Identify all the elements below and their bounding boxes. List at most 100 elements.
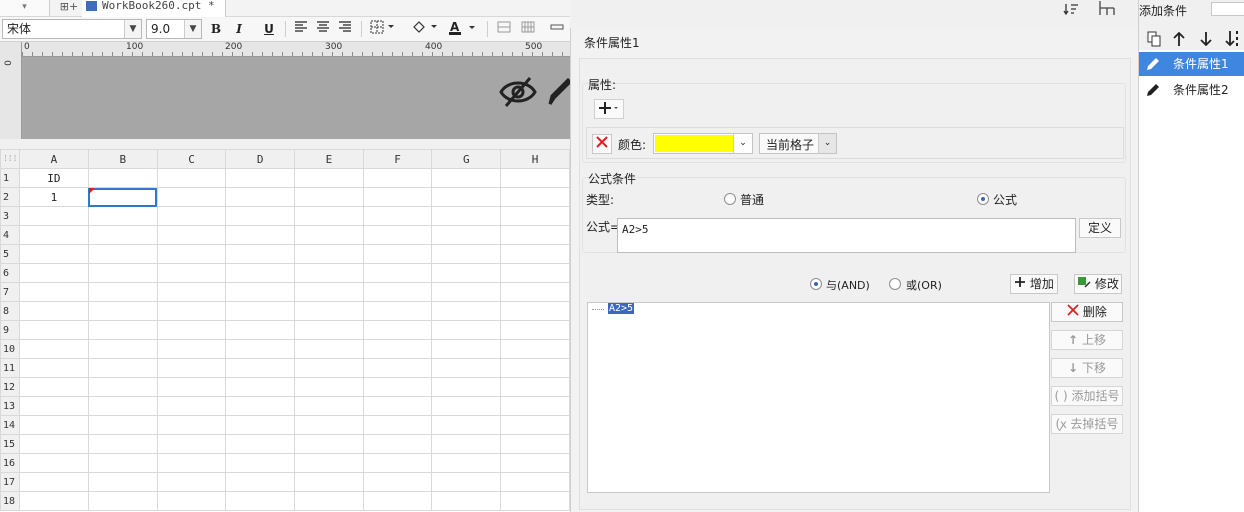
cell[interactable] [294, 282, 364, 302]
modify-condition-button[interactable]: 修改 [1074, 274, 1122, 294]
cell[interactable] [431, 396, 502, 416]
cell[interactable] [294, 434, 364, 454]
row-header[interactable]: 9 [0, 320, 20, 340]
align-left-icon[interactable] [291, 20, 311, 38]
condition-item-2[interactable]: 条件属性2 [1139, 78, 1244, 102]
cell[interactable] [500, 282, 570, 302]
cell[interactable] [500, 396, 570, 416]
cell[interactable] [500, 434, 570, 454]
column-header-b[interactable]: B [87, 149, 158, 169]
cell[interactable] [156, 301, 227, 321]
cell[interactable] [294, 187, 364, 207]
layout-icon[interactable] [1098, 0, 1116, 16]
move-down-icon[interactable] [1200, 31, 1212, 47]
cell[interactable] [431, 377, 502, 397]
sort-icon[interactable] [1063, 2, 1079, 16]
new-tab-button[interactable]: ⊞+ [58, 0, 80, 16]
cell[interactable] [225, 396, 296, 416]
cell[interactable] [87, 415, 158, 435]
cell[interactable] [225, 358, 296, 378]
cell[interactable] [500, 320, 570, 340]
cell[interactable] [294, 206, 364, 226]
cell[interactable] [225, 263, 296, 283]
cell[interactable] [87, 244, 158, 264]
cell[interactable] [87, 263, 158, 283]
cell[interactable] [362, 396, 433, 416]
cell[interactable] [431, 301, 502, 321]
cell[interactable] [362, 206, 433, 226]
border-icon[interactable] [368, 20, 398, 38]
cell[interactable] [294, 225, 364, 245]
cell[interactable] [500, 225, 570, 245]
cell[interactable] [156, 396, 227, 416]
cell[interactable] [18, 434, 89, 454]
cell[interactable] [500, 263, 570, 283]
row-header[interactable]: 10 [0, 339, 20, 359]
cell[interactable] [294, 472, 364, 492]
cell-b2-selected[interactable] [87, 187, 158, 207]
cell[interactable] [294, 320, 364, 340]
row-header[interactable]: 17 [0, 472, 20, 492]
row-header[interactable]: 6 [0, 263, 20, 283]
more-tools-icon[interactable] [547, 20, 567, 38]
cell[interactable] [362, 263, 433, 283]
select-all-corner[interactable]: ⁞⁞⁞ [0, 149, 20, 169]
cell[interactable] [362, 168, 433, 188]
cell[interactable] [156, 491, 227, 511]
cell[interactable] [87, 206, 158, 226]
split-cells-icon[interactable] [518, 20, 538, 38]
cell[interactable] [362, 377, 433, 397]
cell[interactable] [156, 225, 227, 245]
column-header-a[interactable]: A [18, 149, 89, 169]
cell[interactable] [500, 415, 570, 435]
column-header-c[interactable]: C [156, 149, 227, 169]
cell[interactable] [431, 263, 502, 283]
cell[interactable] [294, 339, 364, 359]
cell[interactable] [362, 434, 433, 454]
cell[interactable] [18, 358, 89, 378]
row-header[interactable]: 15 [0, 434, 20, 454]
cell[interactable] [431, 491, 502, 511]
hide-eye-icon[interactable] [498, 74, 538, 110]
row-header[interactable]: 2 [0, 187, 20, 207]
cell[interactable] [362, 491, 433, 511]
cell[interactable] [18, 225, 89, 245]
cell[interactable] [18, 339, 89, 359]
type-formula-radio[interactable] [977, 193, 989, 205]
cell[interactable] [431, 339, 502, 359]
cell[interactable] [87, 453, 158, 473]
cell[interactable] [294, 263, 364, 283]
add-condition-select[interactable] [1211, 2, 1244, 16]
cell[interactable] [500, 301, 570, 321]
cell[interactable] [500, 472, 570, 492]
move-bottom-icon[interactable] [1225, 30, 1241, 48]
cell[interactable] [431, 225, 502, 245]
cell[interactable] [500, 339, 570, 359]
cell[interactable] [431, 415, 502, 435]
add-property-button[interactable] [594, 99, 624, 119]
cell[interactable] [500, 168, 570, 188]
move-up-button[interactable]: ↑ 上移 [1051, 330, 1123, 350]
cell[interactable] [294, 491, 364, 511]
cell[interactable] [225, 453, 296, 473]
move-up-icon[interactable] [1173, 31, 1185, 47]
cell[interactable] [431, 244, 502, 264]
cell[interactable] [500, 358, 570, 378]
cell[interactable] [294, 396, 364, 416]
cell-a1[interactable]: ID [18, 168, 89, 188]
cell[interactable] [18, 206, 89, 226]
column-header-f[interactable]: F [362, 149, 433, 169]
cell[interactable] [431, 434, 502, 454]
cell[interactable] [294, 301, 364, 321]
cell[interactable] [156, 206, 227, 226]
type-normal-radio[interactable] [724, 193, 736, 205]
italic-button[interactable]: I [229, 20, 249, 38]
add-bracket-button[interactable]: ( ) 添加括号 [1051, 386, 1123, 406]
cell[interactable] [87, 225, 158, 245]
fill-handle[interactable] [154, 204, 157, 206]
cell[interactable] [225, 187, 296, 207]
cell[interactable] [431, 453, 502, 473]
row-header[interactable]: 4 [0, 225, 20, 245]
cell[interactable] [18, 453, 89, 473]
cell[interactable] [225, 282, 296, 302]
